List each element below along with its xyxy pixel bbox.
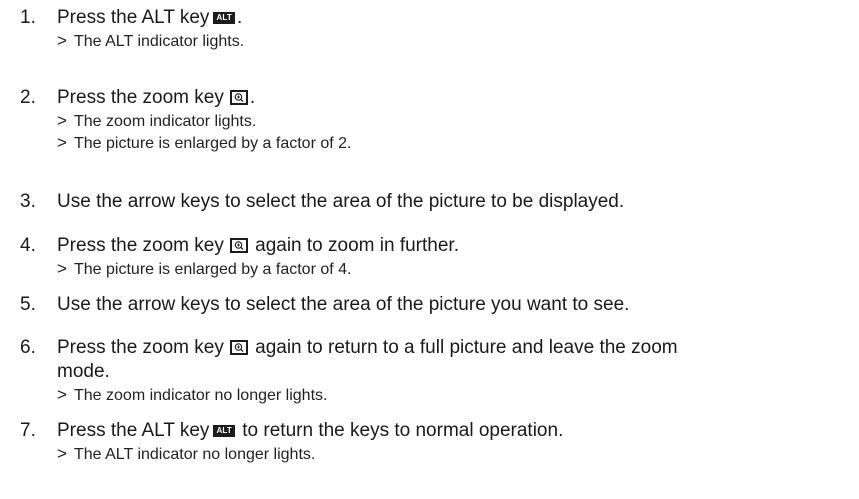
step-number: 5.: [20, 294, 36, 315]
result-marker: >: [57, 259, 67, 278]
zoom-key-icon: [229, 90, 248, 105]
step-7: 7. Press the ALT key ALT to return the ke…: [0, 419, 859, 465]
step-result: > The picture is enlarged by a factor of …: [57, 259, 352, 278]
step-number: 7.: [20, 420, 36, 441]
step-6: 6. Press the zoom key again to return to…: [0, 336, 859, 406]
step-number: 1.: [20, 7, 36, 28]
step-text: Use the arrow keys to select the area of…: [57, 294, 630, 315]
step-text: Press the zoom key: [57, 87, 224, 108]
zoom-key-icon: [229, 238, 248, 253]
step-text: Press the zoom key: [57, 235, 224, 256]
zoom-key-icon: [229, 340, 248, 355]
step-4: 4. Press the zoom key again to zoom in f…: [0, 234, 859, 280]
alt-key-icon: ALT: [213, 425, 235, 437]
result-marker: >: [57, 133, 67, 152]
step-3: 3. Use the arrow keys to select the area…: [0, 190, 859, 214]
step-text-after: again to zoom in further.: [255, 235, 459, 256]
step-2: 2. Press the zoom key. > The zoom indicat…: [0, 86, 859, 154]
step-text-after: to return the keys to normal operation.: [242, 420, 564, 441]
step-text: Press the ALT key: [57, 7, 210, 28]
alt-key-icon: ALT: [213, 12, 235, 24]
step-text: Press the zoom key: [57, 337, 224, 358]
step-result: > The zoom indicator no longer lights.: [57, 385, 328, 404]
step-text-after: again to return to a full picture and le…: [255, 337, 678, 358]
step-result: > The ALT indicator lights.: [57, 31, 245, 50]
result-marker: >: [57, 444, 67, 463]
step-number: 3.: [20, 191, 36, 212]
step-text-after: .: [237, 7, 243, 28]
result-marker: >: [57, 31, 67, 50]
step-text: Use the arrow keys to select the area of…: [57, 191, 625, 212]
step-text: Press the ALT key: [57, 420, 210, 441]
result-marker: >: [57, 111, 67, 130]
step-text-after: .: [249, 87, 256, 108]
step-text-continuation: mode.: [57, 361, 110, 382]
step-result: > The picture is enlarged by a factor of …: [57, 133, 352, 152]
step-number: 2.: [20, 87, 36, 108]
step-number: 4.: [20, 235, 36, 256]
step-5: 5. Use the arrow keys to select the area…: [0, 293, 859, 317]
step-1: 1. Press the ALT key ALT. > The ALT indica…: [0, 6, 859, 52]
step-result: > The ALT indicator no longer lights.: [57, 444, 316, 463]
result-marker: >: [57, 385, 67, 404]
step-number: 6.: [20, 337, 36, 358]
step-result: > The zoom indicator lights.: [57, 111, 257, 130]
